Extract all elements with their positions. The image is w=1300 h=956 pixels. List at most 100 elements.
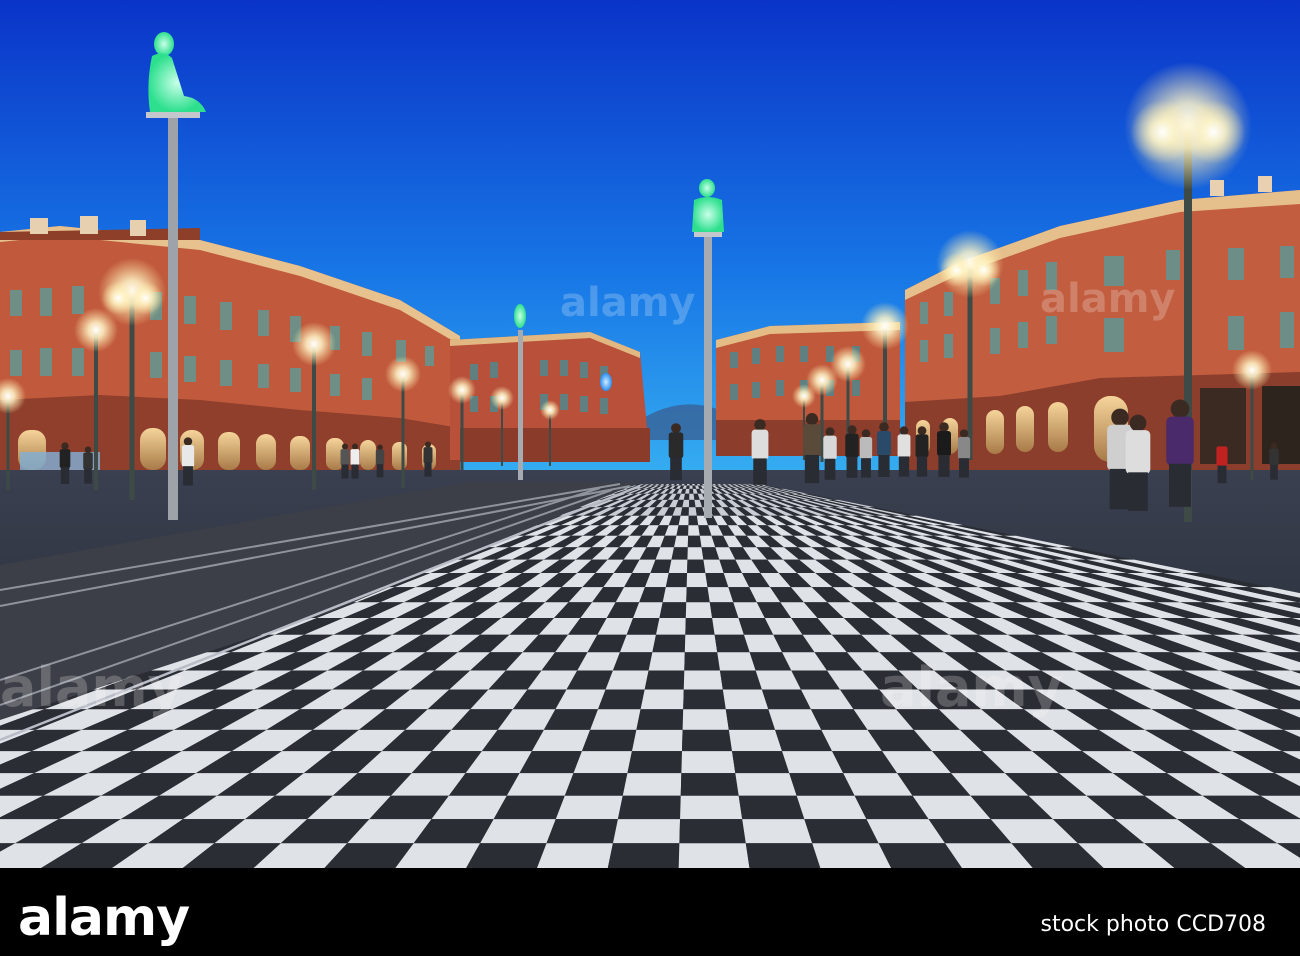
- pavement-tile: [678, 843, 750, 868]
- person-body: [350, 449, 360, 466]
- person-head: [1111, 408, 1129, 427]
- pavement-tile: [804, 819, 879, 844]
- person-head: [1170, 399, 1190, 419]
- person-legs: [1217, 465, 1227, 484]
- pavement-tile: [688, 525, 700, 536]
- lamp-glow: [448, 376, 476, 404]
- pavement-tile: [712, 618, 744, 635]
- person-legs: [60, 467, 70, 485]
- pavement-tile: [687, 559, 706, 573]
- person-head: [61, 442, 69, 450]
- person-head: [917, 426, 927, 436]
- watermark-logo-center: alamy: [560, 280, 695, 326]
- lamp-glow: [1232, 350, 1272, 390]
- person-body: [340, 449, 350, 466]
- pavement-tile: [622, 773, 682, 796]
- pavement-tile: [689, 488, 694, 494]
- pavement-tile: [680, 773, 739, 796]
- person-legs: [846, 456, 858, 478]
- person-body: [1166, 416, 1194, 466]
- person-head: [754, 419, 766, 431]
- lamp-post: [312, 348, 316, 490]
- person-body: [668, 432, 684, 459]
- pavement-tile: [612, 819, 681, 844]
- person-head: [84, 446, 92, 453]
- person-head: [805, 413, 819, 426]
- lamp-glow: [540, 400, 560, 420]
- pavement-tile: [466, 843, 547, 868]
- pavement-tile: [738, 795, 805, 820]
- person-head: [341, 443, 349, 450]
- image-code: CCD708: [1176, 912, 1266, 937]
- pavement-tile: [681, 729, 733, 752]
- lamp-glow: [490, 386, 514, 410]
- lamp-post: [94, 334, 98, 490]
- pavement-tile: [692, 484, 696, 486]
- watermark-logo-mid: alamy: [880, 656, 1063, 719]
- pavement-tile: [683, 689, 726, 710]
- person-body: [1216, 446, 1228, 467]
- pavement-tile: [687, 547, 704, 560]
- person-legs: [878, 455, 890, 477]
- pavement-tile: [655, 618, 686, 635]
- lamp-post: [401, 378, 405, 488]
- pavement-tile: [725, 709, 776, 730]
- person-legs: [804, 454, 820, 484]
- pavement-tile: [627, 751, 682, 774]
- pavement-tile: [796, 795, 867, 820]
- person-head: [1218, 439, 1226, 448]
- stock-photo-id: stock photo CCD708: [1041, 912, 1267, 937]
- person-head: [183, 437, 193, 446]
- lamp-glow: [292, 322, 336, 366]
- person-body: [375, 449, 385, 465]
- person-legs: [916, 456, 928, 477]
- pavement-tile: [668, 559, 688, 573]
- lamp-glow: [861, 302, 909, 350]
- person-legs: [959, 458, 969, 478]
- lamp-post: [129, 296, 135, 500]
- pavement-tile: [581, 729, 637, 752]
- person-legs: [753, 458, 767, 485]
- person-head: [377, 444, 383, 451]
- pavement-tile: [681, 751, 736, 774]
- pavement-tile: [564, 773, 628, 796]
- person-body: [751, 429, 769, 460]
- pavement-tile: [680, 795, 743, 820]
- person-head: [825, 427, 835, 437]
- person-legs: [1169, 463, 1191, 507]
- person-legs: [84, 468, 92, 484]
- person-body: [83, 452, 93, 470]
- person-legs: [341, 464, 349, 479]
- lamp-glow: [1181, 100, 1246, 164]
- alamy-logo: alamy: [18, 888, 190, 948]
- pavement-tile: [789, 773, 855, 796]
- pavement-tile: [590, 709, 641, 730]
- lamp-glow: [385, 356, 421, 392]
- person-head: [847, 425, 857, 435]
- person-body: [823, 435, 837, 460]
- pavement-tile: [684, 634, 718, 653]
- person-head: [1129, 414, 1147, 432]
- pavement-tile: [652, 634, 686, 653]
- person-legs: [1270, 464, 1278, 480]
- person-head: [1270, 442, 1278, 449]
- photo-scene: alamy alamy alamy alamy: [0, 0, 1300, 868]
- pavement-tile: [735, 773, 797, 796]
- pavement-tile: [685, 618, 715, 635]
- person-legs: [376, 464, 384, 478]
- pavement-tile: [684, 652, 720, 671]
- person-legs: [670, 457, 682, 481]
- person-legs: [1109, 468, 1131, 510]
- person-legs: [898, 456, 910, 477]
- pavement-tile: [719, 670, 762, 690]
- pavement-tile: [717, 652, 756, 671]
- person-body: [1269, 448, 1279, 466]
- person-head: [879, 422, 889, 432]
- person-head: [899, 426, 909, 436]
- pavement-tile: [728, 729, 783, 752]
- pavement-tile: [688, 515, 699, 526]
- pavement-tile: [671, 547, 688, 560]
- pavement-tile: [689, 493, 695, 500]
- pavement-tile: [687, 535, 702, 548]
- stock-photo-label: stock photo: [1040, 912, 1170, 937]
